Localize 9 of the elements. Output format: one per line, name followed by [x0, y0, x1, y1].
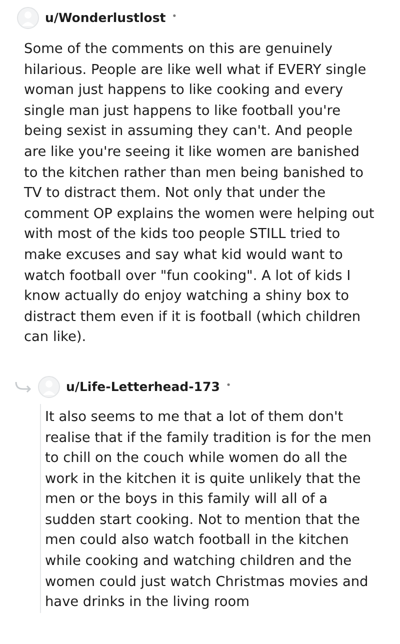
comment-body: It also seems to me that a lot of them don't realise that if the family tradition is for the men to chill on the couch while women do all the work in the kitchen it is quite unlikely that the men or the boys in this family will all of a sudden start cooking. Not to mention that the men could also watch football in the kitchen while cooking and watching children and the women could just watch Christmas movies and have drinks in the living room — [45, 408, 372, 612]
separator-dot: • — [226, 380, 232, 394]
username[interactable]: u/Wonderlustlost — [45, 8, 166, 28]
reply-arrow-icon — [14, 380, 32, 393]
separator-dot: • — [172, 11, 178, 24]
comment-body: Some of the comments on this are genuinely hilarious. People are like well what if EVERY single woman just happens to like cooking and every single man just happens to like football you're being sexist in assuming they can't. And people are like you're seeing it like women are banished to the kitchen rather than men being banished to TV to distract them. Not only that under the comment OP explains the women were helping out with most of the kids too people STILL tried to make excuses and say what kid would want to watch football over "fun cooking". A lot of kids I know actually do enjoy watching a shiny box to distract them even if it is football (which children can like). — [24, 40, 376, 348]
username[interactable]: u/Life-Letterhead-173 — [66, 378, 220, 396]
avatar-icon — [38, 376, 60, 398]
avatar-icon — [17, 7, 39, 29]
